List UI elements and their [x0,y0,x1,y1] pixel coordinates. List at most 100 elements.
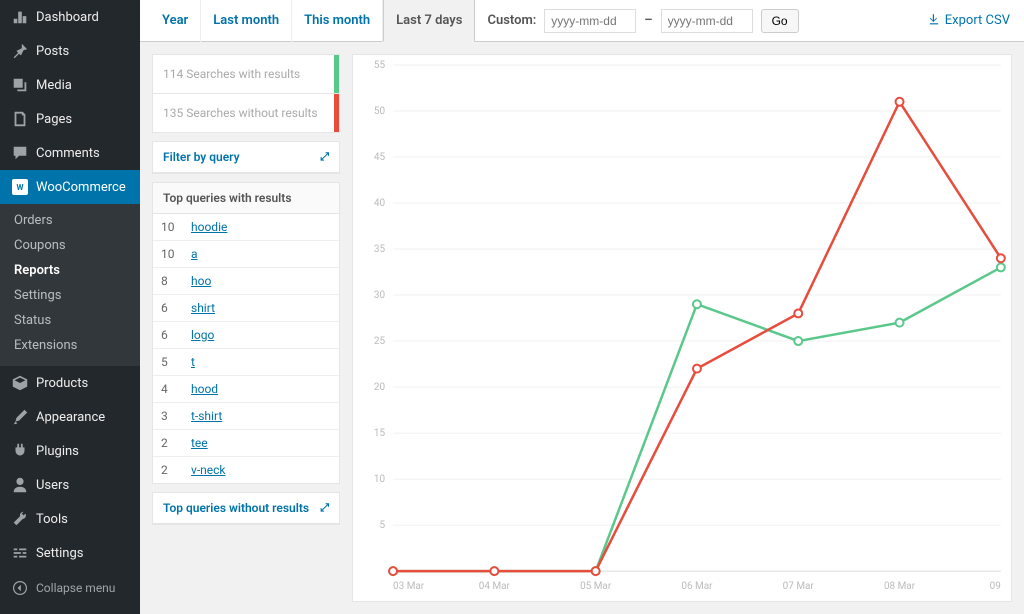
table-row: 6shirt [153,295,339,322]
svg-text:55: 55 [374,60,386,71]
sidebar-item-users[interactable]: Users [0,468,140,502]
sidebar-item-pages[interactable]: Pages [0,102,140,136]
query-link[interactable]: v-neck [191,463,225,477]
table-row: 4hood [153,376,339,403]
svg-text:04 Mar: 04 Mar [479,581,511,592]
top-without-toggle[interactable]: Top queries without results ⤢ [153,493,339,524]
sidebar-item-plugins[interactable]: Plugins [0,434,140,468]
svg-text:50: 50 [374,106,386,117]
tab-last-month[interactable]: Last month [201,0,292,42]
tab-last-7-days[interactable]: Last 7 days [383,0,475,42]
query-link[interactable]: hood [191,382,218,396]
stat-color-green [334,55,339,93]
top-queries-label: Top queries with results [163,191,292,205]
submenu-reports[interactable]: Reports [0,258,140,283]
filter-by-query-toggle[interactable]: Filter by query ⤢ [153,142,339,173]
sidebar-item-dashboard[interactable]: Dashboard [0,0,140,34]
query-link[interactable]: logo [191,328,214,342]
submenu-orders[interactable]: Orders [0,208,140,233]
sidebar-label: Comments [36,146,100,161]
date-dash: – [644,13,652,28]
query-link[interactable]: hoodie [191,220,227,234]
expand-icon: ⤢ [320,501,329,515]
export-label: Export CSV [945,13,1010,28]
query-term: t [187,349,339,375]
query-term: hoo [187,268,339,294]
svg-text:45: 45 [374,152,386,163]
tab-year[interactable]: Year [150,0,201,42]
submenu-status[interactable]: Status [0,308,140,333]
sidebar-item-media[interactable]: Media [0,68,140,102]
query-term: hood [187,376,339,402]
query-count: 6 [153,322,187,348]
submenu-coupons[interactable]: Coupons [0,233,140,258]
query-term: t-shirt [187,403,339,429]
query-link[interactable]: a [191,247,198,261]
svg-text:08 Mar: 08 Mar [884,581,916,592]
sidebar-item-posts[interactable]: Posts [0,34,140,68]
query-term: v-neck [187,457,339,483]
sidebar-item-tools[interactable]: Tools [0,502,140,536]
query-link[interactable]: shirt [191,301,215,315]
sidebar-item-products[interactable]: Products [0,366,140,400]
top-queries-panel: Top queries with results 10hoodie10a8hoo… [152,182,340,484]
sliders-icon [10,543,30,563]
svg-text:03 Mar: 03 Mar [393,581,425,592]
sidebar-item-woocommerce[interactable]: W WooCommerce [0,170,140,204]
box-icon [10,373,30,393]
date-to-input[interactable] [661,9,753,33]
media-icon [10,75,30,95]
download-icon [928,13,940,29]
main-content: Year Last month This month Last 7 days C… [140,0,1024,614]
collapse-menu[interactable]: Collapse menu [0,570,140,606]
query-term: hoodie [187,214,339,240]
svg-text:5: 5 [379,520,385,531]
query-link[interactable]: tee [191,436,208,450]
queries-table: 10hoodie10a8hoo6shirt6logo5t4hood3t-shir… [153,214,339,483]
svg-text:15: 15 [374,428,386,439]
dashboard-icon [10,7,30,27]
tab-this-month[interactable]: This month [292,0,383,42]
table-row: 3t-shirt [153,403,339,430]
svg-text:30: 30 [374,290,386,301]
stat-without-label: 135 Searches without results [153,94,334,132]
custom-range: Custom: – Go [475,9,810,33]
sidebar-item-comments[interactable]: Comments [0,136,140,170]
table-row: 6 logo [153,322,339,349]
brush-icon [10,407,30,427]
submenu-settings[interactable]: Settings [0,283,140,308]
plug-icon [10,441,30,461]
wrench-icon [10,509,30,529]
pages-icon [10,109,30,129]
export-csv-link[interactable]: Export CSV [914,13,1024,29]
svg-text:07 Mar: 07 Mar [783,581,815,592]
sidebar-item-appearance[interactable]: Appearance [0,400,140,434]
table-row: 5t [153,349,339,376]
stats-sidebar: 114 Searches with results 135 Searches w… [152,54,340,602]
query-link[interactable]: t-shirt [191,409,222,423]
user-icon [10,475,30,495]
collapse-icon [10,578,30,598]
stat-without-results[interactable]: 135 Searches without results [152,94,340,133]
stat-with-results[interactable]: 114 Searches with results [152,54,340,94]
stat-color-red [334,94,339,132]
sidebar-label: WooCommerce [36,180,126,195]
submenu-extensions[interactable]: Extensions [0,333,140,358]
top-without-label: Top queries without results [163,501,309,515]
sidebar-label: Pages [36,112,72,127]
date-from-input[interactable] [544,9,636,33]
woocommerce-submenu: Orders Coupons Reports Settings Status E… [0,204,140,366]
table-row: 2tee [153,430,339,457]
query-link[interactable]: hoo [191,274,211,288]
filter-label: Filter by query [163,150,240,164]
svg-text:10: 10 [374,474,386,485]
query-link[interactable]: t [191,355,195,369]
expand-icon: ⤢ [320,150,329,164]
query-count: 10 [153,241,187,267]
sidebar-label: Products [36,376,88,391]
go-button[interactable]: Go [761,9,799,33]
query-term: shirt [187,295,339,321]
collapse-label: Collapse menu [36,581,115,595]
sidebar-item-settings[interactable]: Settings [0,536,140,570]
line-chart: 51015202530354045505503 Mar04 Mar05 Mar0… [353,55,1011,601]
